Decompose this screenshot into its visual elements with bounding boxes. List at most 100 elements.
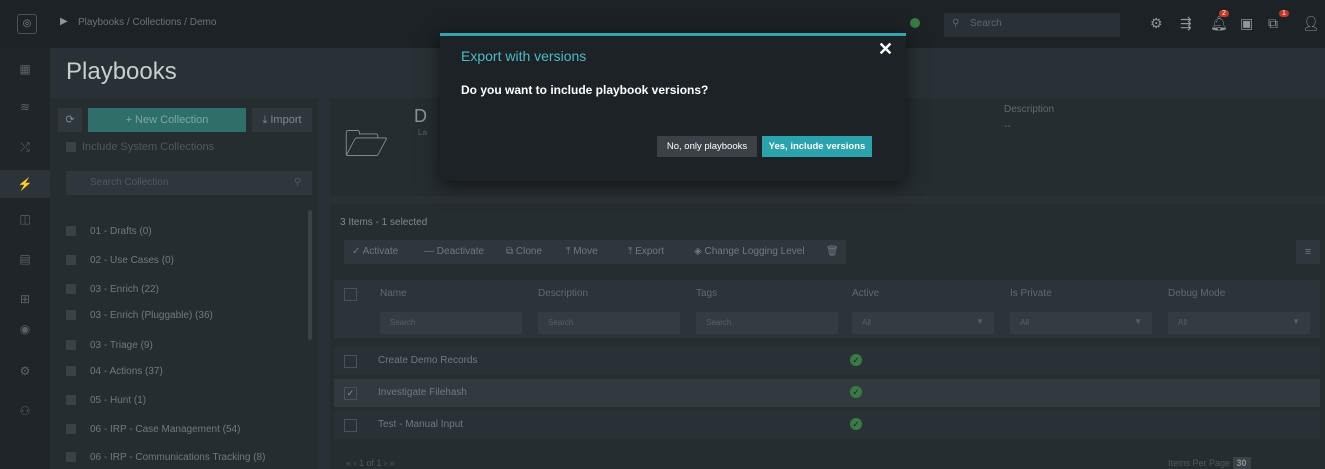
yes-include-versions-button[interactable]: Yes, include versions [762,136,872,157]
shield-icon[interactable]: ◉ [0,322,50,336]
app-logo-icon[interactable]: ◎ [17,14,37,34]
queue-icon[interactable]: ⧉ [1268,15,1278,32]
trash-icon[interactable]: 🗑︎ [826,240,839,264]
workflow-icon[interactable]: ⇶ [1180,15,1192,32]
column-active[interactable]: Active [852,288,879,299]
new-collection-button[interactable]: + New Collection [88,108,246,132]
first-page-icon[interactable]: « ‹ [346,458,359,468]
refresh-icon[interactable]: ⟳ [58,108,82,132]
name-filter-input[interactable]: Search [380,312,522,334]
checkbox[interactable] [66,255,76,266]
collection-item[interactable]: 03 - Enrich (22) [66,284,159,295]
page-indicator: 1 of 1 [359,458,382,468]
row-checkbox[interactable] [344,355,357,368]
clipboard-icon[interactable]: ▣ [1240,15,1253,32]
collection-subtitle: La [418,128,427,137]
alerts-icon[interactable]: ≋ [0,100,50,114]
row-checkbox[interactable]: ✓ [344,387,357,400]
dashboard-icon[interactable]: ▦ [0,62,50,76]
collection-item[interactable]: 06 - IRP - Case Management (54) [66,424,240,435]
apps-icon[interactable]: ⊞ [0,292,50,306]
activate-button[interactable]: ✓ Activate [352,240,398,264]
clone-button[interactable]: ⧉ Clone [506,240,542,264]
private-filter-select[interactable]: All ▼ [1010,312,1152,334]
include-system-collections-checkbox[interactable]: Include System Collections [66,141,214,153]
play-icon[interactable]: ▶ [60,16,68,27]
pagination[interactable]: « ‹ 1 of 1 › » [346,458,395,468]
checkbox[interactable] [66,142,76,153]
clone-icon: ⧉ [506,246,516,257]
per-page-value[interactable]: 30 [1232,457,1251,469]
close-icon[interactable]: ✕ [878,39,893,60]
check-circle-icon: ✓ [850,354,862,366]
checkbox[interactable] [66,366,76,377]
search-collection-input[interactable]: Search Collection ⚲ [66,171,312,195]
debug-filter-select[interactable]: All ▼ [1168,312,1310,334]
grid-toolbar: ✓ Activate — Deactivate ⧉ Clone ⤒ Move ⤒… [344,240,846,264]
users-icon[interactable]: ⚇ [0,404,50,418]
checkbox[interactable] [66,424,76,435]
deactivate-button[interactable]: — Deactivate [424,240,484,264]
checkbox[interactable] [66,284,76,295]
bell-icon[interactable]: 🔔︎ [1210,15,1228,32]
column-is-private[interactable]: Is Private [1010,288,1052,299]
table-row[interactable]: Test - Manual Input ✓ [334,411,1320,439]
collection-item[interactable]: 04 - Actions (37) [66,366,163,377]
settings-icon[interactable]: ⚙ [0,364,50,378]
description-filter-input[interactable]: Search [538,312,680,334]
collection-item[interactable]: 06 - IRP - Communications Tracking (8) [66,452,265,463]
collections-scrollbar[interactable] [308,210,312,340]
collection-name: D [414,106,427,126]
checkbox[interactable] [66,226,76,237]
collection-item[interactable]: 03 - Enrich (Pluggable) (36) [66,310,213,321]
collection-item[interactable]: 01 - Drafts (0) [66,226,152,237]
collection-item[interactable]: 03 - Triage (9) [66,340,153,351]
next-page-icon[interactable]: › » [382,458,395,468]
tags-filter-input[interactable]: Search [696,312,838,334]
column-debug-mode[interactable]: Debug Mode [1168,288,1225,299]
column-description[interactable]: Description [538,288,588,299]
include-system-label: Include System Collections [82,141,215,153]
checkbox[interactable] [66,395,76,406]
collection-item[interactable]: 05 - Hunt (1) [66,395,146,406]
search-placeholder: Search [970,18,1002,29]
table-row[interactable]: Create Demo Records ✓ [334,347,1320,375]
move-button[interactable]: ⤒ Move [566,240,598,264]
filter-value: All [1020,318,1029,327]
row-checkbox[interactable] [344,419,357,432]
column-name[interactable]: Name [380,288,407,299]
import-button[interactable]: ⤓ Import [252,108,312,132]
menu-icon[interactable]: ≡ [1296,240,1320,264]
checkbox[interactable] [66,310,76,321]
reports-icon[interactable]: ▤ [0,252,50,266]
checkbox[interactable] [66,340,76,351]
export-button[interactable]: ⤒ Export [628,240,664,264]
collection-label: 04 - Actions (37) [90,366,163,377]
breadcrumb[interactable]: Playbooks / Collections / Demo [78,17,216,28]
global-search-input[interactable]: ⚲ Search [944,13,1120,37]
checkbox[interactable] [66,452,76,463]
active-filter-select[interactable]: All ▼ [852,312,994,334]
column-tags[interactable]: Tags [696,288,717,299]
user-icon[interactable]: 👤︎ [1302,15,1320,32]
shuffle-icon[interactable]: ⤮ [0,140,50,155]
page-title: Playbooks [66,58,177,85]
row-name: Test - Manual Input [378,419,464,430]
check-circle-icon: ✓ [850,386,862,398]
import-label: Import [270,114,302,126]
description-value: -- [1004,121,1011,132]
playbooks-icon[interactable]: ⚡ [0,170,50,198]
collection-label: 02 - Use Cases (0) [90,255,174,266]
collection-item[interactable]: 02 - Use Cases (0) [66,255,174,266]
queue-badge: 1 [1279,10,1289,17]
briefcase-icon[interactable]: ◫ [0,212,50,226]
collection-label: 03 - Triage (9) [90,340,153,351]
no-only-playbooks-button[interactable]: No, only playbooks [657,136,757,157]
select-all-checkbox[interactable] [344,288,357,301]
notification-badge: 2 [1219,10,1229,17]
gear-icon[interactable]: ⚙ [1150,15,1163,32]
change-logging-level-button[interactable]: ◈ Change Logging Level [694,240,805,264]
export-label: Export [635,246,665,257]
table-row[interactable]: ✓ Investigate Filehash ✓ [334,379,1320,407]
items-per-page[interactable]: Items Per Page 30 [1168,457,1251,469]
